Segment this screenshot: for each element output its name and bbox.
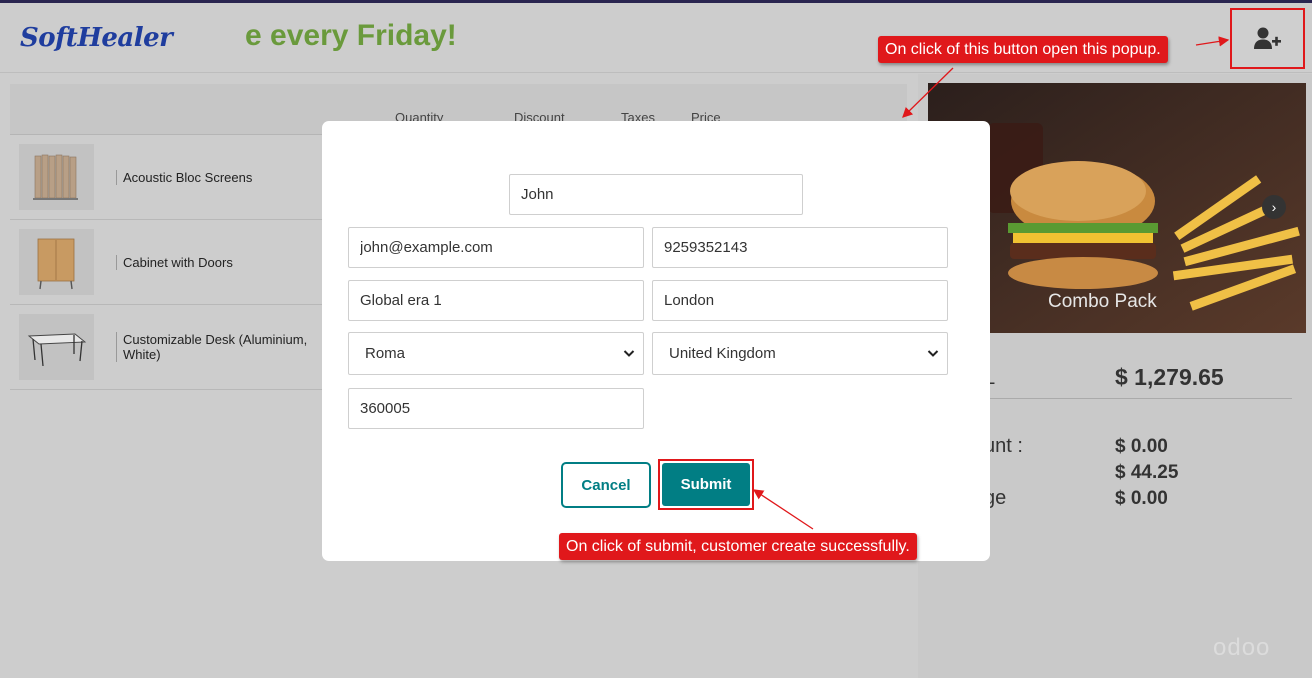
chevron-right-icon[interactable]: › <box>1262 195 1286 219</box>
city-field[interactable] <box>652 280 948 321</box>
chevron-down-icon <box>927 350 939 357</box>
product-thumbnail <box>19 229 94 295</box>
total-value: $ 1,279.65 <box>1115 364 1224 390</box>
phone-field[interactable] <box>652 227 948 268</box>
product-name: Acoustic Bloc Screens <box>116 170 316 185</box>
add-customer-button[interactable] <box>1230 8 1305 69</box>
name-field[interactable] <box>509 174 803 215</box>
product-name: Cabinet with Doors <box>116 255 316 270</box>
product-thumbnail <box>19 144 94 210</box>
country-select[interactable]: United Kingdom <box>652 332 948 375</box>
change-value: $ 0.00 <box>1115 488 1168 509</box>
user-plus-icon <box>1253 27 1281 49</box>
tax-value: $ 44.25 <box>1115 462 1179 483</box>
promo-label: Combo Pack <box>1048 291 1157 312</box>
street-field[interactable] <box>348 280 644 321</box>
annotation-submit: On click of submit, customer create succ… <box>559 533 917 560</box>
zip-field[interactable] <box>348 388 644 429</box>
softhealer-logo: SoftHealer <box>20 23 173 53</box>
country-select-value: United Kingdom <box>669 345 776 362</box>
submit-highlight-box: Submit <box>658 459 754 510</box>
state-select-value: Roma <box>365 345 406 362</box>
discount-value: $ 0.00 <box>1115 436 1168 457</box>
promo-marquee-text: e every Friday! <box>245 19 457 52</box>
summary-divider <box>958 398 1292 399</box>
odoo-watermark: odoo <box>1213 634 1271 661</box>
cancel-button[interactable]: Cancel <box>561 462 651 508</box>
product-thumbnail <box>19 314 94 380</box>
email-field[interactable] <box>348 227 644 268</box>
chevron-down-icon <box>623 350 635 357</box>
annotation-open-popup: On click of this button open this popup. <box>878 36 1168 63</box>
submit-button[interactable]: Submit <box>662 463 750 506</box>
product-name: Customizable Desk (Aluminium, White) <box>116 332 316 362</box>
create-customer-popup: Roma United Kingdom Cancel Submit <box>322 121 990 561</box>
state-select[interactable]: Roma <box>348 332 644 375</box>
